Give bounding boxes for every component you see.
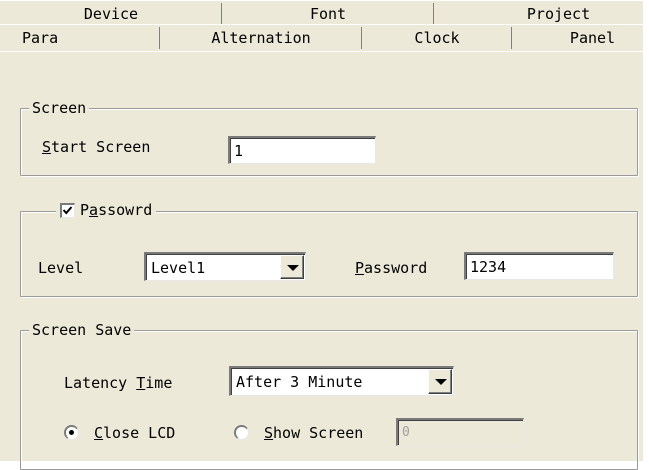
radio-selected-dot [69,430,74,435]
right-edge [643,0,649,461]
password-checkbox[interactable] [60,203,75,218]
chevron-down-icon [287,265,299,271]
tab-panel-label: Panel [569,28,616,47]
level-select-value: Level1 [151,259,206,277]
latency-time-label: Latency Time [64,374,173,392]
show-screen-label[interactable]: Show Screen [264,424,363,442]
tab-panel[interactable]: Panel [512,24,643,50]
level-select[interactable]: Level1 [144,252,306,281]
tab-row-back: Device Font Project [0,0,643,27]
tab-font[interactable]: Font [222,0,435,26]
tab-project[interactable]: Project [434,0,643,26]
close-lcd-radio[interactable] [64,425,79,440]
start-screen-label: Start Screen [42,138,151,156]
screen-save-legend: Screen Save [29,321,135,339]
tab-alternation-label: Alternation [211,28,311,47]
tab-device[interactable]: Device [0,0,223,26]
tab-alternation[interactable]: Alternation [160,24,363,50]
tab-para[interactable]: Para [0,24,161,50]
show-screen-input[interactable]: 0 [396,418,524,446]
password-legend: Passowrd [56,201,157,221]
latency-dropdown-button[interactable] [428,369,452,394]
screen-group-legend: Screen [29,99,90,117]
start-screen-input[interactable]: 1 [228,136,376,164]
check-mark-icon [62,206,73,215]
tab-font-label: Font [309,4,347,23]
screen-save-group: Screen Save [20,321,638,470]
tab-clock[interactable]: Clock [362,24,513,50]
chevron-down-icon [435,379,447,385]
tab-panel-border [0,51,643,52]
password-input[interactable]: 1234 [464,252,614,280]
password-legend-label: Passowrd [80,201,153,219]
close-lcd-label[interactable]: Close LCD [94,424,175,442]
tab-para-label: Para [22,28,59,47]
tab-device-label: Device [83,4,139,23]
latency-time-select[interactable]: After 3 Minute [229,366,454,396]
tab-clock-label: Clock [414,28,460,47]
latency-time-value: After 3 Minute [236,373,363,391]
show-screen-radio[interactable] [234,425,249,440]
password-label: Password [355,259,428,277]
tab-project-label: Project [526,4,591,23]
tab-row-front: Para Alternation Clock Panel [0,24,643,51]
dialog-panel: Device Font Project Para Alternation Clo… [0,0,649,470]
level-label: Level [38,259,84,277]
level-dropdown-button[interactable] [280,255,304,279]
